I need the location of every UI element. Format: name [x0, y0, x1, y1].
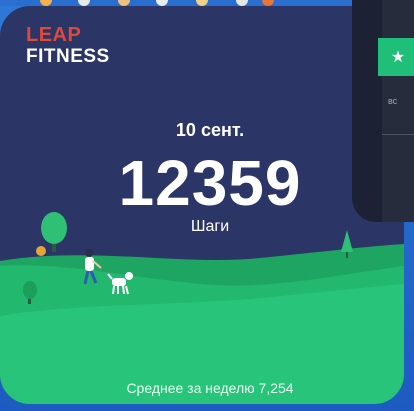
side-panel-column: [382, 0, 414, 222]
logo-leap: LEAP: [26, 24, 82, 46]
day-label: вс: [388, 96, 398, 106]
favorites-button[interactable]: ★: [378, 38, 414, 76]
step-counter-widget[interactable]: LEAP FITNESS 10 сент. 12359 Шаги Среднее…: [0, 6, 404, 404]
logo-fitness: FITNESS: [26, 46, 110, 67]
divider: [382, 134, 414, 135]
star-icon: ★: [390, 49, 406, 66]
date-label: 10 сент.: [175, 120, 245, 140]
app-logo: LEAP FITNESS: [26, 24, 110, 68]
tree-trunk: [346, 252, 348, 258]
home-screen: LEAP FITNESS 10 сент. 12359 Шаги Среднее…: [0, 0, 414, 411]
step-count: 12359: [118, 147, 302, 219]
weekly-average: Среднее за неделю 7,254: [126, 380, 294, 396]
side-app-panel[interactable]: ★ вс: [352, 0, 414, 222]
tree-icon: [23, 281, 37, 299]
steps-caption: Шаги: [190, 218, 230, 235]
bush-icon: [36, 246, 46, 256]
